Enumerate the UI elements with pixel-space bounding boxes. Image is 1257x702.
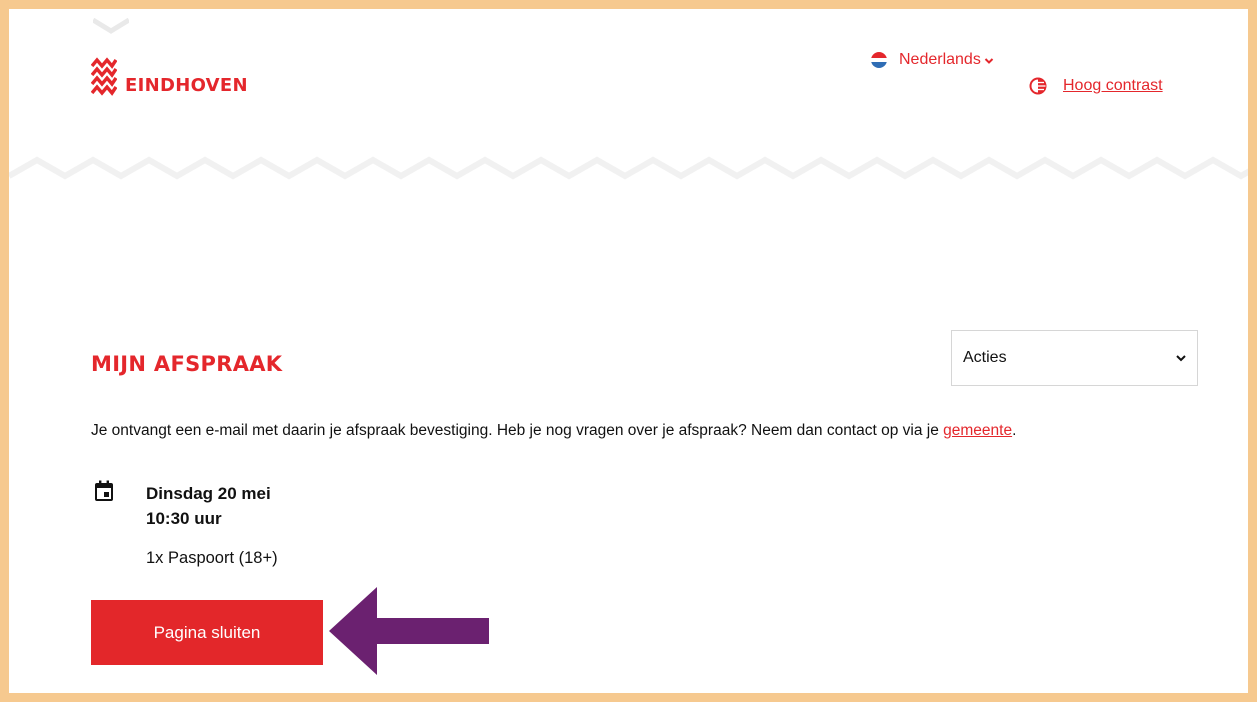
confirmation-message: Je ontvangt een e-mail met daarin je afs… xyxy=(91,422,1016,440)
appointment-time: 10:30 uur xyxy=(146,509,222,528)
language-selector[interactable]: Nederlands xyxy=(871,51,994,69)
zigzag-divider xyxy=(9,156,1248,180)
eindhoven-logo[interactable]: EINDHOVEN xyxy=(91,57,248,113)
appointment-service: 1x Paspoort (18+) xyxy=(146,549,278,567)
language-label: Nederlands xyxy=(899,51,981,68)
high-contrast-toggle[interactable]: Hoog contrast xyxy=(1029,77,1163,95)
calendar-icon xyxy=(95,480,113,501)
page-title: MIJN AFSPRAAK xyxy=(91,352,283,376)
actions-select[interactable]: Acties xyxy=(951,330,1198,386)
eindhoven-wave-logo-icon xyxy=(91,57,117,96)
annotation-arrow-icon xyxy=(329,587,489,675)
municipality-link[interactable]: gemeente xyxy=(943,422,1012,439)
appointment-date: Dinsdag 20 mei xyxy=(146,484,271,503)
logo-text: EINDHOVEN xyxy=(125,74,248,96)
chevron-down-icon xyxy=(984,58,994,64)
high-contrast-link: Hoog contrast xyxy=(1063,77,1163,94)
page-frame: EINDHOVEN Nederlands Hoog contrast MIJN … xyxy=(9,9,1248,693)
header-chevron-decoration xyxy=(93,18,129,34)
confirmation-text-end: . xyxy=(1012,422,1017,439)
close-page-button[interactable]: Pagina sluiten xyxy=(91,600,323,665)
contrast-icon xyxy=(1029,77,1047,95)
netherlands-flag-icon xyxy=(871,52,887,68)
actions-select-value: Acties xyxy=(963,349,1007,366)
chevron-down-icon xyxy=(1176,355,1186,362)
confirmation-text: Je ontvangt een e-mail met daarin je afs… xyxy=(91,422,944,439)
